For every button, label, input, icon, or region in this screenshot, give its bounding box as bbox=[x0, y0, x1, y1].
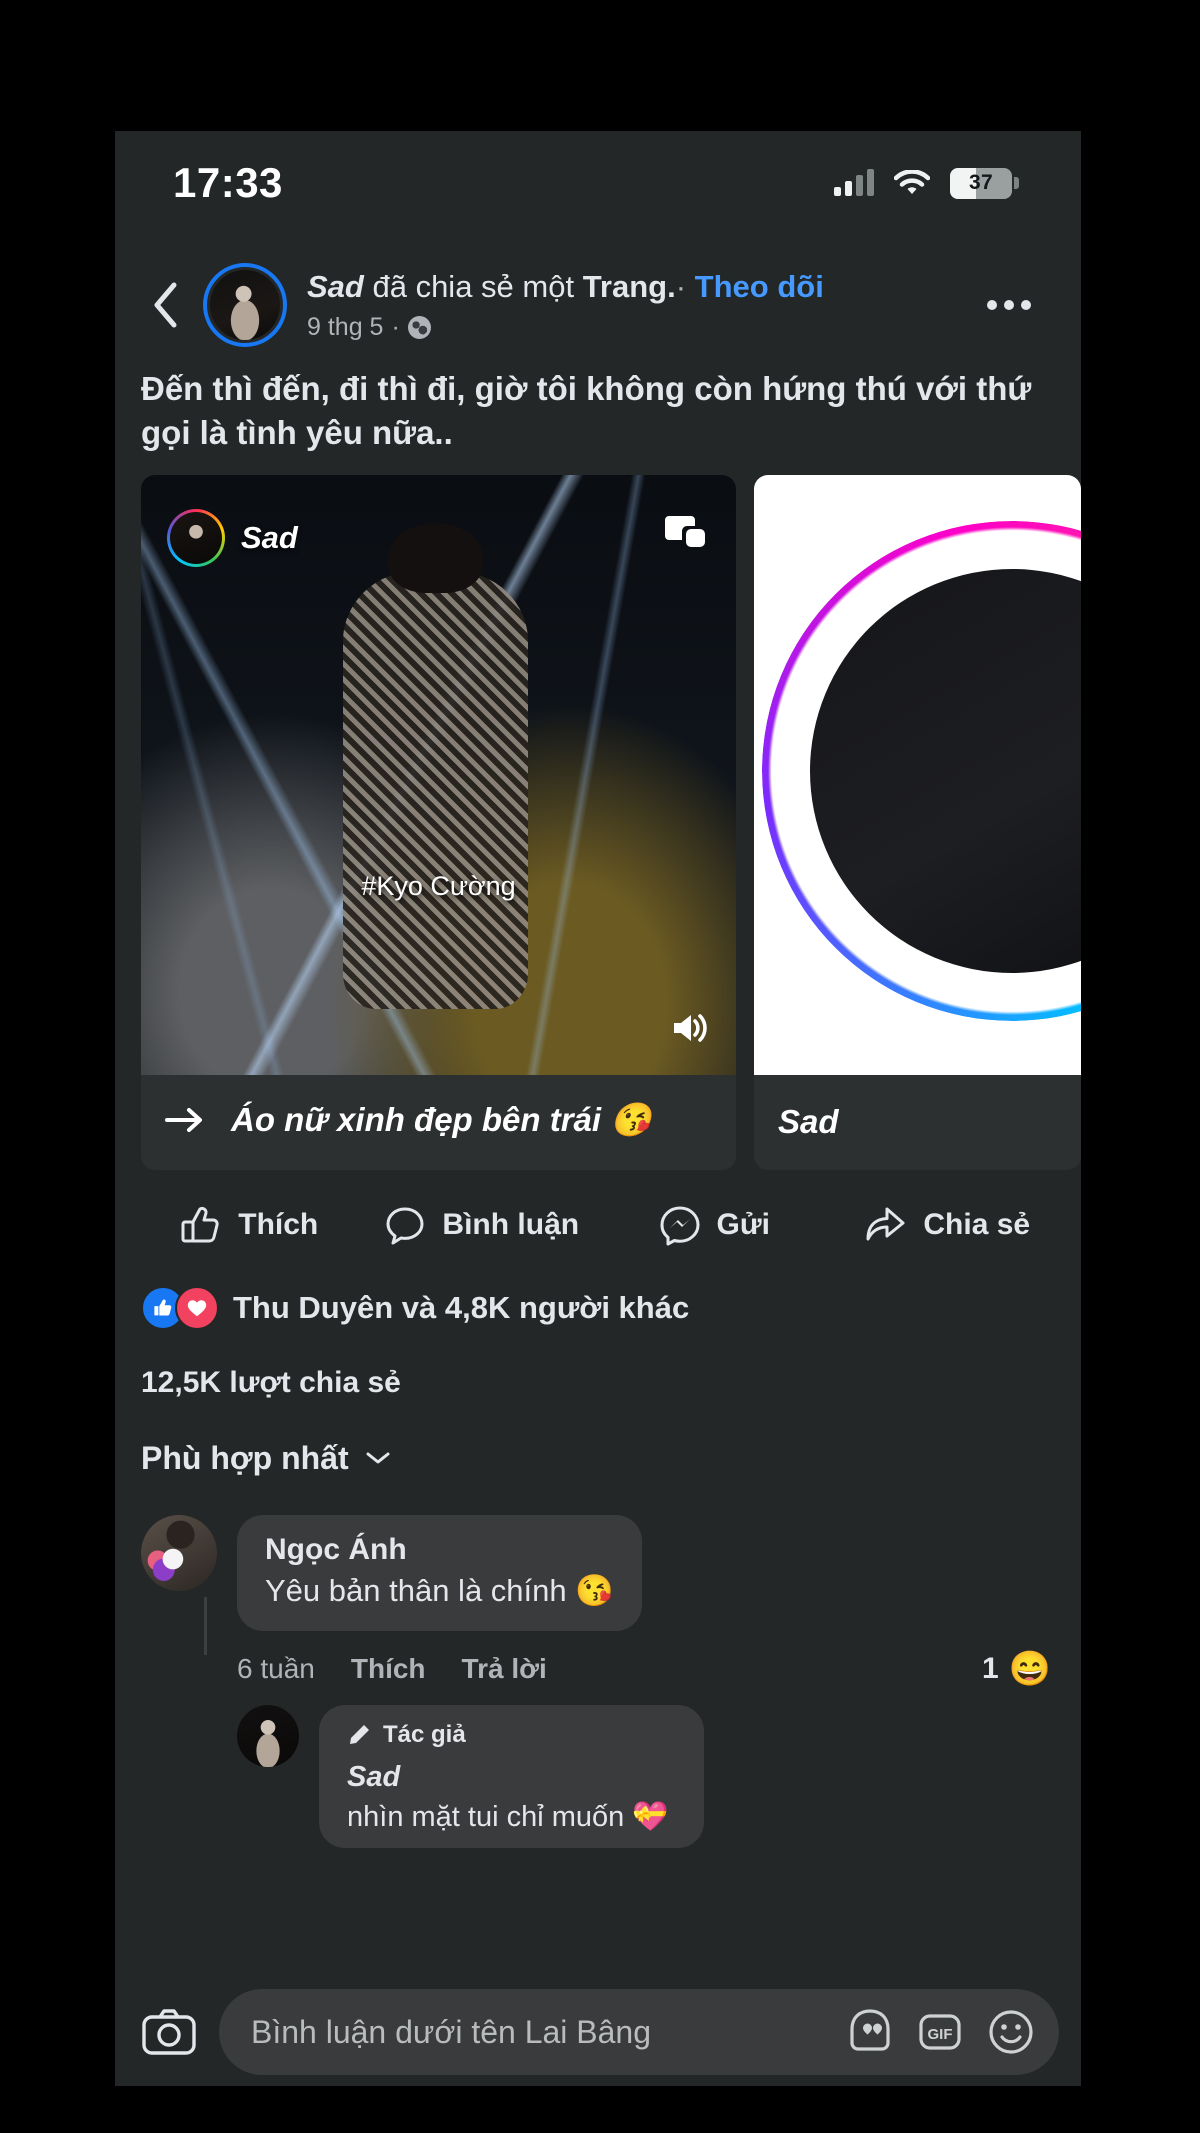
reply-author-name[interactable]: Sad bbox=[347, 1761, 676, 1794]
comment-timestamp: 6 tuần bbox=[237, 1653, 315, 1685]
story-avatar[interactable] bbox=[167, 508, 225, 567]
comment-sort-label: Phù hợp nhất bbox=[141, 1439, 349, 1476]
comment-sort-selector[interactable]: Phù hợp nhất bbox=[115, 1400, 1081, 1493]
share-button[interactable]: Chia sẻ bbox=[831, 1204, 1064, 1246]
gif-label: GIF bbox=[928, 2026, 953, 2043]
post-action-bar: Thích Bình luận Gửi Chia sẻ bbox=[115, 1170, 1081, 1276]
status-indicators: 37 bbox=[834, 167, 1019, 199]
comment-reply-button[interactable]: Trả lời bbox=[462, 1653, 547, 1685]
media-card-video[interactable]: Sad #Kyo Cường Áo nữ xinh đẹp bên trái 😘 bbox=[141, 474, 736, 1170]
thumbs-up-icon bbox=[181, 1206, 219, 1243]
comment-input-placeholder: Bình luận dưới tên Lai Bâng bbox=[251, 2013, 652, 2050]
like-button-label: Thích bbox=[238, 1207, 319, 1241]
comment-button[interactable]: Bình luận bbox=[366, 1204, 599, 1246]
comment-input-field[interactable]: Bình luận dưới tên Lai Bâng GIF bbox=[219, 1989, 1059, 2075]
comment-bubble-icon bbox=[386, 1207, 424, 1245]
haha-reaction-icon: 😄 bbox=[1008, 1650, 1051, 1689]
arrow-right-icon bbox=[165, 1108, 202, 1133]
reactions-text: Thu Duyên và 4,8K người khác bbox=[233, 1289, 690, 1325]
battery-icon: 37 bbox=[950, 167, 1012, 199]
avatar-sticker-icon[interactable] bbox=[845, 2007, 895, 2057]
author-name[interactable]: Sad bbox=[307, 269, 364, 304]
reply-author-avatar[interactable] bbox=[237, 1705, 299, 1768]
comment-item: Ngọc Ánh Yêu bản thân là chính 😘 bbox=[115, 1493, 1081, 1656]
media-caption-bar[interactable]: Áo nữ xinh đẹp bên trái 😘 bbox=[141, 1074, 736, 1170]
send-button[interactable]: Gửi bbox=[598, 1204, 831, 1246]
share-button-label: Chia sẻ bbox=[923, 1207, 1031, 1241]
wifi-icon bbox=[894, 170, 930, 196]
comment-reaction-number: 1 bbox=[981, 1652, 999, 1686]
more-options-icon[interactable] bbox=[977, 300, 1041, 310]
chevron-down-icon bbox=[366, 1452, 390, 1464]
shared-object-type: Trang. bbox=[582, 269, 676, 305]
status-clock: 17:33 bbox=[173, 159, 283, 206]
media-carousel: Sad #Kyo Cường Áo nữ xinh đẹp bên trái 😘… bbox=[115, 474, 1081, 1170]
video-overlay-user[interactable]: Sad bbox=[167, 508, 298, 567]
comment-reaction-count[interactable]: 1 😄 bbox=[982, 1649, 1051, 1689]
comment-text: Yêu bản thân là chính 😘 bbox=[265, 1572, 614, 1608]
video-overlay-username: Sad bbox=[241, 519, 298, 555]
reactions-row[interactable]: Thu Duyên và 4,8K người khác bbox=[115, 1276, 1081, 1330]
side-card-thumbnail[interactable] bbox=[754, 474, 1081, 1075]
author-badge: Tác giả bbox=[347, 1721, 676, 1749]
media-caption-text: Áo nữ xinh đẹp bên trái 😘 bbox=[231, 1100, 652, 1138]
comment-button-label: Bình luận bbox=[442, 1207, 580, 1241]
post-timestamp: 9 thg 5 bbox=[307, 312, 384, 341]
emoji-smiley-icon[interactable] bbox=[985, 2006, 1037, 2058]
share-action-text: đã chia sẻ một bbox=[363, 269, 583, 305]
header-separator: · bbox=[675, 269, 687, 305]
like-button[interactable]: Thích bbox=[133, 1204, 366, 1246]
commenter-avatar[interactable] bbox=[141, 1514, 217, 1591]
comment-bubble[interactable]: Ngọc Ánh Yêu bản thân là chính 😘 bbox=[237, 1514, 642, 1632]
reaction-icons bbox=[141, 1285, 219, 1330]
post-header: Sad đã chia sẻ một Trang.· Theo dõi 9 th… bbox=[115, 235, 1081, 357]
gif-icon[interactable]: GIF bbox=[915, 2007, 965, 2057]
video-thumbnail[interactable]: Sad #Kyo Cường bbox=[141, 474, 736, 1075]
media-card-side[interactable]: Sad bbox=[754, 474, 1081, 1170]
camera-icon[interactable] bbox=[141, 2007, 197, 2057]
commenter-name[interactable]: Ngọc Ánh bbox=[265, 1533, 614, 1567]
author-avatar[interactable] bbox=[203, 263, 287, 347]
picture-in-picture-icon[interactable] bbox=[662, 507, 710, 555]
follow-button[interactable]: Theo dõi bbox=[695, 269, 824, 304]
share-arrow-icon bbox=[866, 1207, 905, 1241]
love-reaction-icon bbox=[175, 1285, 219, 1330]
post-text: Đến thì đến, đi thì đi, giờ tôi không cò… bbox=[141, 370, 1032, 451]
meta-separator: · bbox=[391, 312, 400, 341]
status-bar: 17:33 37 bbox=[115, 131, 1081, 235]
post-header-text: Sad đã chia sẻ một Trang.· Theo dõi 9 th… bbox=[307, 268, 977, 342]
back-button[interactable] bbox=[135, 275, 195, 335]
author-badge-label: Tác giả bbox=[383, 1721, 466, 1749]
phone-screen: 17:33 37 Sad đã chia sẻ một Trang.· Theo… bbox=[115, 131, 1081, 2086]
comment-composer: Bình luận dưới tên Lai Bâng GIF bbox=[115, 1978, 1081, 2086]
side-card-label: Sad bbox=[754, 1074, 1081, 1169]
globe-icon bbox=[407, 315, 431, 339]
cellular-signal-icon bbox=[834, 169, 874, 196]
send-button-label: Gửi bbox=[716, 1207, 770, 1241]
sound-on-icon[interactable] bbox=[666, 1005, 712, 1051]
thread-connector bbox=[204, 1596, 207, 1656]
reply-bubble[interactable]: Tác giả Sad nhìn mặt tui chỉ muốn 💝 bbox=[319, 1705, 704, 1849]
pen-icon bbox=[350, 1725, 369, 1745]
share-count[interactable]: 12,5K lượt chia sẻ bbox=[115, 1330, 1081, 1400]
comment-reply-item: Tác giả Sad nhìn mặt tui chỉ muốn 💝 bbox=[115, 1689, 1081, 1849]
battery-percent: 37 bbox=[969, 171, 993, 194]
comment-meta-row: 6 tuần Thích Trả lời 1 😄 bbox=[115, 1631, 1081, 1689]
comment-like-button[interactable]: Thích bbox=[351, 1653, 426, 1685]
messenger-send-icon bbox=[660, 1206, 700, 1246]
reply-text: nhìn mặt tui chỉ muốn 💝 bbox=[347, 1801, 669, 1834]
video-watermark: #Kyo Cường bbox=[361, 870, 516, 901]
